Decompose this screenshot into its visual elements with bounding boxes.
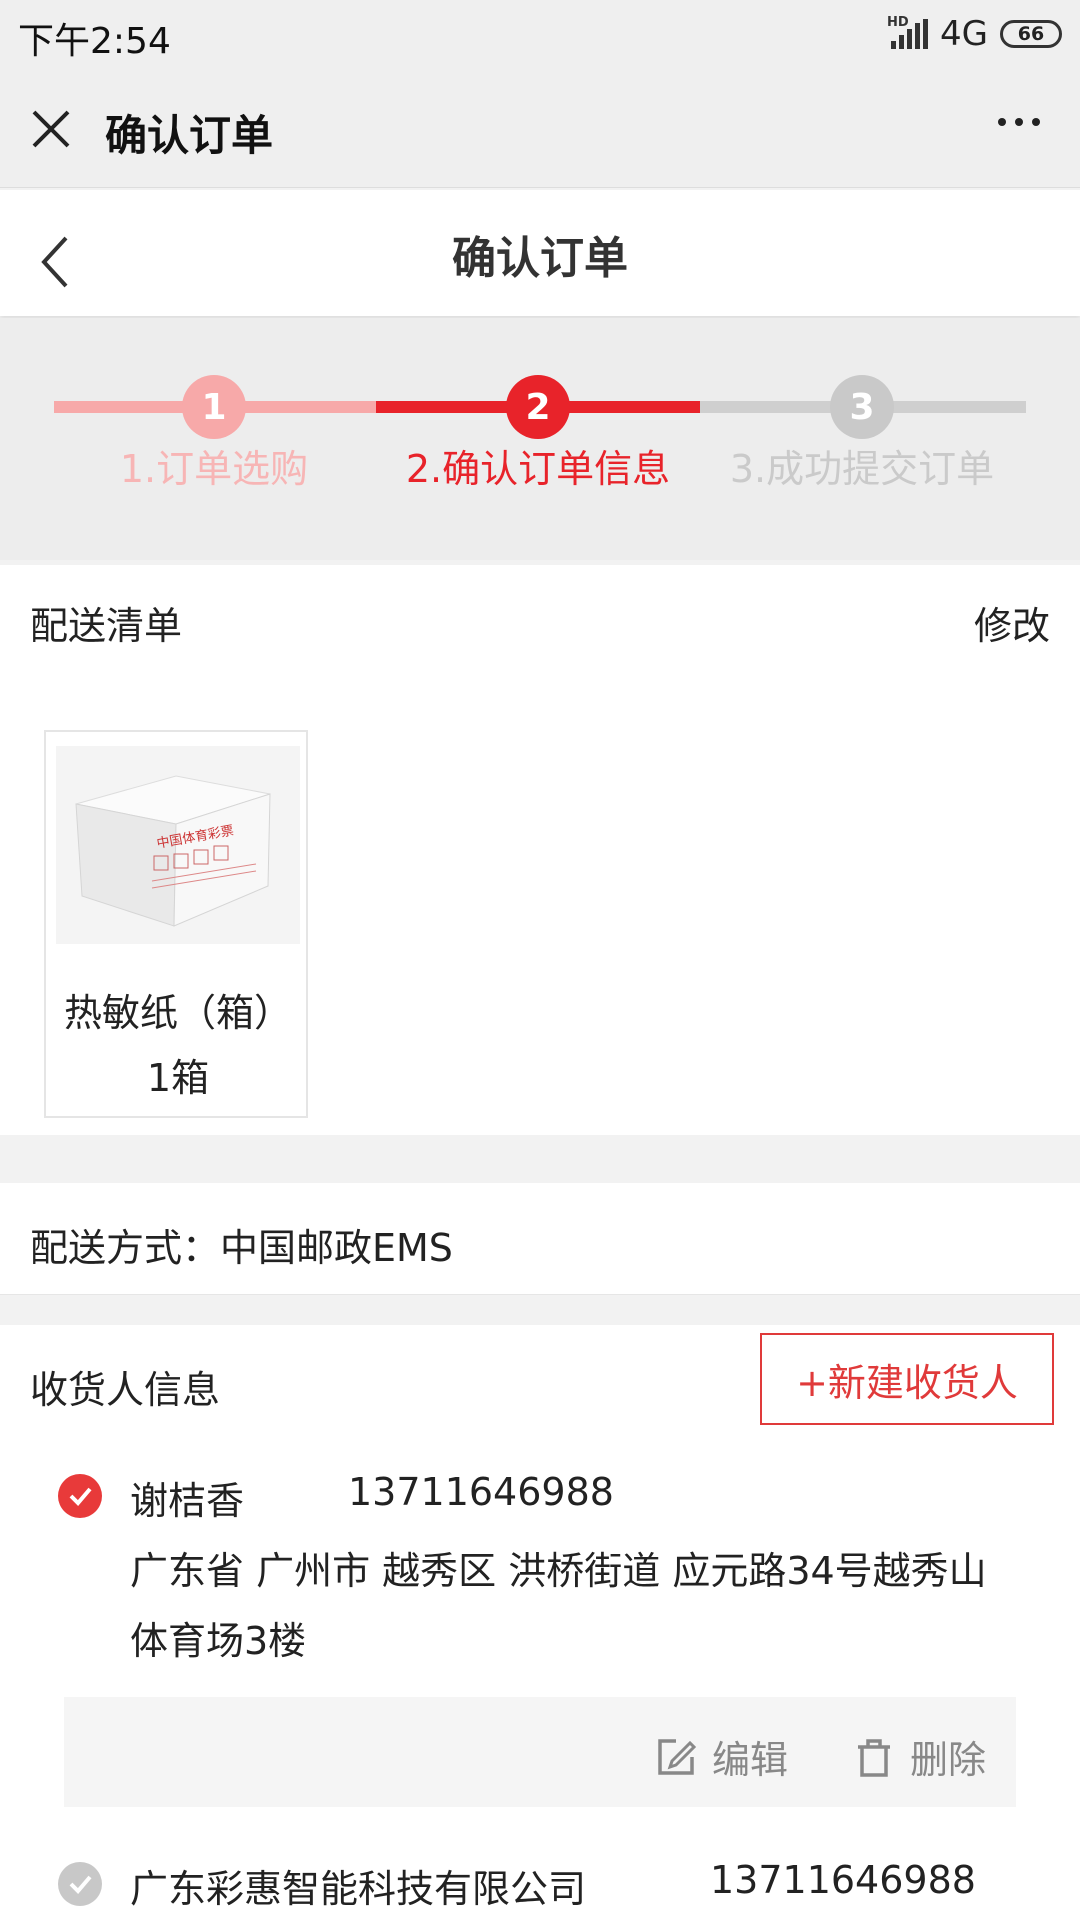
webview-title-bar: 确认订单 <box>0 70 1080 188</box>
delivery-method-text: 配送方式：中国邮政EMS <box>30 1226 453 1270</box>
signal-icon: HD <box>887 15 929 49</box>
status-time: 下午2:54 <box>18 21 171 62</box>
edit-label: 编辑 <box>712 1738 789 1782</box>
trash-icon <box>858 1738 890 1777</box>
receiver-action-bar: 编辑 删除 <box>64 1697 1016 1807</box>
delivery-list-title: 配送清单 <box>30 604 183 648</box>
step-3-label: 3.成功提交订单 <box>729 447 995 491</box>
page-title: 确认订单 <box>452 233 628 284</box>
edit-delivery-link[interactable]: 修改 <box>974 595 1050 650</box>
receiver-name: 广东彩惠智能科技有限公司 <box>130 1867 587 1911</box>
edit-icon <box>658 1738 697 1775</box>
close-icon[interactable] <box>26 104 76 154</box>
product-card[interactable]: 中国体育彩票 热敏纸（箱） 1箱 <box>44 730 308 1118</box>
webview-title: 确认订单 <box>105 111 274 160</box>
status-bar: 下午2:54 HD 4G 66 <box>0 0 1080 70</box>
step-1-label: 1.订单选购 <box>119 447 309 491</box>
delete-label: 删除 <box>910 1738 987 1782</box>
receiver-name: 谢桔香 <box>130 1479 245 1523</box>
delivery-method-section[interactable]: 配送方式：中国邮政EMS <box>0 1183 1080 1295</box>
receiver-address-line1: 广东省 广州市 越秀区 洪桥街道 应元路34号越秀山 <box>130 1549 987 1593</box>
unselected-check-icon[interactable] <box>58 1862 102 1906</box>
status-icons: HD 4G 66 <box>887 14 1062 54</box>
product-quantity: 1箱 <box>146 1056 210 1100</box>
receiver-phone: 13711646988 <box>348 1470 614 1514</box>
step-2-circle: 2 <box>506 375 570 439</box>
add-receiver-button[interactable]: +新建收货人 <box>760 1333 1054 1425</box>
product-image: 中国体育彩票 <box>56 746 300 944</box>
product-name: 热敏纸（箱） <box>63 991 292 1035</box>
receiver-phone: 13711646988 <box>710 1858 976 1902</box>
edit-receiver-button[interactable]: 编辑 <box>654 1729 788 1784</box>
step-3-circle: 3 <box>830 375 894 439</box>
receiver-address-line2: 体育场3楼 <box>130 1619 307 1663</box>
delete-receiver-button[interactable]: 删除 <box>852 1729 986 1784</box>
battery-icon: 66 <box>1000 20 1062 48</box>
order-steps: 1 2 3 1.订单选购 2.确认订单信息 3.成功提交订单 <box>0 318 1080 560</box>
battery-level: 66 <box>1017 23 1045 45</box>
page-header: 确认订单 <box>0 190 1080 316</box>
network-type: 4G <box>940 14 988 54</box>
more-icon[interactable] <box>998 118 1040 126</box>
step-2-label: 2.确认订单信息 <box>405 447 671 491</box>
receiver-title: 收货人信息 <box>30 1368 221 1412</box>
selected-check-icon[interactable] <box>58 1474 102 1518</box>
step-1-circle: 1 <box>182 375 246 439</box>
